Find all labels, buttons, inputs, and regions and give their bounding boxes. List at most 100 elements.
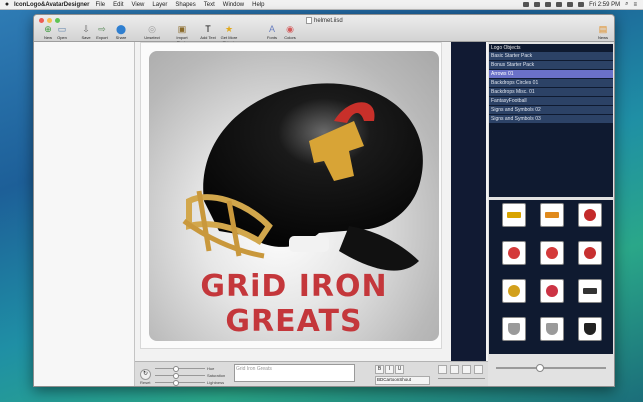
text-size-slider[interactable]	[438, 378, 485, 379]
search-icon[interactable]: ⌕	[625, 1, 628, 8]
menu-window[interactable]: Window	[223, 2, 244, 8]
close-button[interactable]	[39, 18, 44, 23]
object-category-item[interactable]: Bonus Starter Pack	[489, 61, 613, 69]
window-title-text: helmet.iisd	[314, 17, 343, 24]
volume-icon[interactable]	[567, 2, 574, 7]
canvas-side-strip	[451, 42, 486, 361]
shield-icon	[584, 323, 596, 335]
object-category-item[interactable]: Backdrops Misc. 01	[489, 88, 613, 96]
toolbar-label: Open	[57, 35, 67, 40]
download-icon: ⇩	[82, 24, 90, 34]
object-thumbnail[interactable]	[578, 203, 602, 227]
object-category-item[interactable]: FantasyFootball	[489, 97, 613, 105]
italic-button[interactable]: I	[385, 365, 394, 374]
helmet-icon	[508, 247, 520, 259]
slider-knob[interactable]	[173, 380, 179, 386]
font-select[interactable]: BDCartoonShout	[375, 376, 430, 385]
helmet-icon	[584, 209, 596, 221]
align-right-button[interactable]	[462, 365, 471, 374]
colors-button[interactable]: ◉ Colors	[279, 24, 301, 40]
layers-sidebar[interactable]	[34, 42, 135, 386]
object-category-item[interactable]: Signs and Symbols 03	[489, 115, 613, 123]
share-icon: ⬤	[115, 24, 127, 34]
news-button[interactable]: ▤ News	[592, 24, 614, 40]
align-justify-button[interactable]	[474, 365, 483, 374]
align-left-button[interactable]	[438, 365, 447, 374]
star-icon: ★	[224, 24, 234, 34]
align-center-button[interactable]	[450, 365, 459, 374]
apple-icon[interactable]: ●	[0, 1, 14, 8]
object-thumbnail[interactable]	[578, 241, 602, 265]
list-icon[interactable]: ≡	[633, 2, 637, 8]
share-button[interactable]: ⬤ Share	[110, 24, 132, 40]
object-thumbnail[interactable]	[502, 317, 526, 341]
rotate-icon[interactable]: ↻	[140, 369, 151, 380]
object-thumbnail[interactable]	[502, 241, 526, 265]
menu-bar: ● IconLogo&AvatarDesigner File Edit View…	[0, 0, 643, 10]
wifi-icon[interactable]	[556, 2, 563, 7]
lightness-slider[interactable]	[155, 380, 205, 386]
minimize-button[interactable]	[47, 18, 52, 23]
object-thumbnail[interactable]	[502, 279, 526, 303]
menu-help[interactable]: Help	[252, 2, 264, 8]
object-thumbnail[interactable]	[578, 279, 602, 303]
clock[interactable]: Fri 2:59 PM	[589, 2, 620, 8]
export-icon: ⇨	[98, 24, 106, 34]
bold-button[interactable]: B	[375, 365, 384, 374]
logo-line-2[interactable]: GREATS	[149, 304, 439, 339]
object-category-item[interactable]: Signs and Symbols 02	[489, 106, 613, 114]
object-category-item[interactable]: Backdrops Circles 01	[489, 79, 613, 87]
battery-icon[interactable]	[578, 2, 585, 7]
add-text-button[interactable]: T Add Text	[197, 24, 219, 40]
status-icon[interactable]	[523, 2, 530, 7]
logo-canvas[interactable]: GRiD IRON GREATS	[149, 51, 439, 341]
open-button[interactable]: ▭ Open	[51, 24, 73, 40]
reset-button[interactable]: Reset	[140, 380, 150, 385]
app-window: helmet.iisd ⊕ New ▭ Open ⇩ Save ⇨ Export ⬤ Share ◎…	[33, 14, 615, 387]
slider-knob[interactable]	[536, 364, 544, 372]
unselect-icon: ◎	[148, 24, 156, 34]
menu-edit[interactable]: Edit	[113, 2, 123, 8]
logo-line-1[interactable]: GRiD IRON	[149, 269, 439, 304]
fonts-icon: A	[268, 24, 275, 34]
object-thumbnail[interactable]	[540, 241, 564, 265]
objects-panel: Logo Objects Basic Starter Pack Bonus Sta…	[488, 42, 614, 386]
app-menu[interactable]: IconLogo&AvatarDesigner	[14, 2, 89, 8]
toolbar-label: Fonts	[266, 35, 277, 40]
toolbar: helmet.iisd ⊕ New ▭ Open ⇩ Save ⇨ Export ⬤ Share ◎…	[34, 15, 614, 45]
slider-knob[interactable]	[173, 366, 179, 372]
hue-label: Hue	[207, 366, 215, 371]
object-thumbnail[interactable]	[540, 203, 564, 227]
menu-view[interactable]: View	[131, 2, 144, 8]
menu-shapes[interactable]: Shapes	[175, 2, 195, 8]
status-icon[interactable]	[534, 2, 541, 7]
status-icon[interactable]	[545, 2, 552, 7]
menu-layer[interactable]: Layer	[152, 2, 167, 8]
object-thumbnail[interactable]	[578, 317, 602, 341]
logo-text-input[interactable]: Grid Iron Greats	[234, 364, 355, 382]
document-icon	[306, 17, 312, 24]
object-category-item[interactable]: Basic Starter Pack	[489, 52, 613, 60]
slider-knob[interactable]	[173, 373, 179, 379]
object-thumbnail[interactable]	[540, 279, 564, 303]
unselect-button[interactable]: ◎ Unselect	[141, 24, 163, 40]
scoreboard-icon	[583, 288, 597, 294]
toolbar-label: Share	[115, 35, 127, 40]
menu-text[interactable]: Text	[204, 2, 215, 8]
helmet-icon	[546, 285, 558, 297]
thumb-size-slider[interactable]	[496, 364, 606, 372]
align-buttons	[438, 365, 483, 374]
toolbar-label: Colors	[284, 35, 296, 40]
object-thumbnail[interactable]	[540, 317, 564, 341]
saturation-label: Saturation	[207, 373, 226, 378]
photo-icon: ▣	[177, 24, 187, 34]
menu-file[interactable]: File	[95, 2, 105, 8]
window-title: helmet.iisd	[306, 17, 343, 24]
underline-button[interactable]: U	[395, 365, 404, 374]
toolbar-label: Export	[96, 35, 108, 40]
hue-slider[interactable]	[155, 366, 205, 372]
object-thumbnail[interactable]	[502, 203, 526, 227]
object-category-item[interactable]: Arrows 01	[489, 70, 613, 78]
zoom-button[interactable]	[55, 18, 60, 23]
saturation-slider[interactable]	[155, 373, 205, 379]
